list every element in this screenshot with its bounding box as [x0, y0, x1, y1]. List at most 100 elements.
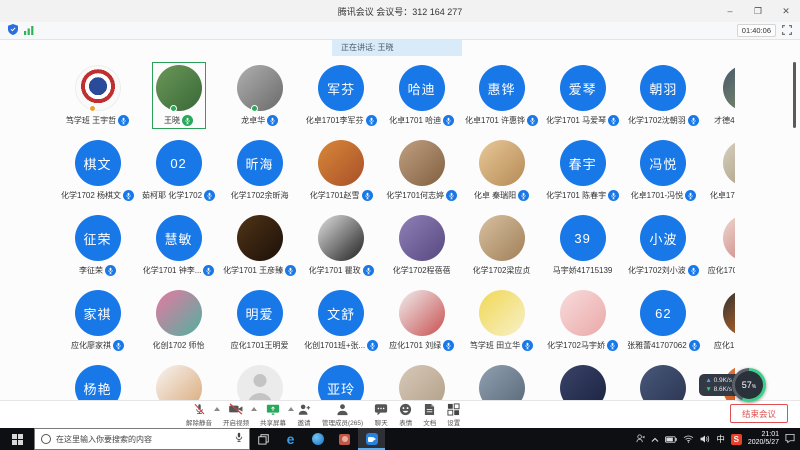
- participant-tile[interactable]: 化创1702 师怡: [138, 287, 219, 362]
- start-button[interactable]: [0, 428, 34, 450]
- participant-tile[interactable]: 文舒 化创1701班+张...: [300, 287, 382, 362]
- battery-icon[interactable]: [665, 430, 677, 448]
- mic-status-icon: [113, 340, 124, 351]
- participant-tile[interactable]: 惠铧 化卓1701 许惠铧: [461, 62, 542, 137]
- network-monitor-widget[interactable]: ▲ 0.9K/s ▼ 8.6K/s 57%: [699, 368, 766, 402]
- participant-tile[interactable]: 昕海 化学1702余昕海: [219, 137, 300, 212]
- close-button[interactable]: ✕: [772, 0, 800, 22]
- browser-icon[interactable]: [304, 428, 331, 450]
- participant-tile[interactable]: [542, 362, 623, 400]
- mic-status-icon: [522, 340, 533, 351]
- participant-tile[interactable]: 明爱 应化1701王明爱: [219, 287, 300, 362]
- search-mic-icon[interactable]: [235, 430, 243, 448]
- participant-tile[interactable]: [461, 362, 542, 400]
- volume-icon[interactable]: [700, 430, 710, 448]
- participant-tile[interactable]: 军芬 化卓1701李军芬: [300, 62, 382, 137]
- participant-tile[interactable]: 棋文 化学1702 杨棋文: [57, 137, 138, 212]
- participant-name: 张雅蕾41707062: [627, 340, 687, 351]
- participant-tile[interactable]: 家祺 应化廖家祺: [57, 287, 138, 362]
- participant-name: 化创1702 师怡: [153, 340, 205, 351]
- participant-tile[interactable]: 化卓 秦瑞阳: [461, 137, 542, 212]
- participant-tile[interactable]: 杨艳: [57, 362, 138, 400]
- participant-tile[interactable]: [382, 362, 461, 400]
- participant-tile[interactable]: 39 马宇娇41715139: [542, 212, 623, 287]
- participant-name: 化学1702程蓓蓓: [393, 265, 451, 276]
- participant-tile[interactable]: 才德41707066: [704, 62, 735, 137]
- docs-button[interactable]: 文档: [423, 403, 436, 427]
- invite-button[interactable]: 邀请: [297, 403, 311, 427]
- participant-tile[interactable]: 化卓1701 史佳瑜: [704, 137, 735, 212]
- participant-tile[interactable]: 哈迪 化卓1701 哈迪: [382, 62, 461, 137]
- share-options-caret[interactable]: [288, 407, 294, 411]
- participant-tile[interactable]: 龙卓华: [219, 62, 300, 137]
- fullscreen-icon[interactable]: [782, 22, 792, 40]
- participant-avatar: [75, 65, 121, 111]
- mic-status-icon: [366, 115, 377, 126]
- emoji-button[interactable]: 表情: [399, 403, 412, 427]
- participant-tile[interactable]: 爱琴 化学1701 马爱琴: [542, 62, 623, 137]
- participant-tile[interactable]: 02 茹柯耶 化学1702: [138, 137, 219, 212]
- participant-tile[interactable]: 化学1701 瞿玫: [300, 212, 382, 287]
- video-options-caret[interactable]: [251, 407, 257, 411]
- participant-tile[interactable]: 朝羽 化学1702沈朝羽: [623, 62, 704, 137]
- participant-avatar: 文舒: [318, 290, 364, 336]
- notification-center-icon[interactable]: [785, 430, 795, 448]
- avatar-initials: 文舒: [327, 304, 355, 323]
- participant-tile[interactable]: 应化1701杜欣宇...: [704, 212, 735, 287]
- minimize-button[interactable]: –: [716, 0, 744, 22]
- share-screen-button[interactable]: 共享屏幕: [260, 403, 286, 427]
- end-meeting-button[interactable]: 结束会议: [730, 404, 788, 423]
- participant-name: 龙卓华: [241, 115, 265, 126]
- participant-tile[interactable]: 笃学班 王宇哲: [57, 62, 138, 137]
- manage-members-button[interactable]: 管理成员(265): [322, 403, 363, 427]
- participant-tile[interactable]: 化学1702梁应贞: [461, 212, 542, 287]
- taskbar-search-input[interactable]: 在这里输入你要搜索的内容: [34, 428, 250, 450]
- participant-tile[interactable]: 王晓: [138, 62, 219, 137]
- participant-tile[interactable]: [138, 362, 219, 400]
- participant-tile[interactable]: 化学1701 王彦臻: [219, 212, 300, 287]
- participant-name: 才德41707066: [714, 115, 735, 126]
- mic-status-icon: [285, 265, 296, 276]
- people-tray-icon[interactable]: [636, 430, 645, 448]
- tencent-meeting-app-icon[interactable]: [358, 428, 385, 450]
- participant-tile[interactable]: 应化1701 刘绿: [382, 287, 461, 362]
- participant-tile[interactable]: 亚玲: [300, 362, 382, 400]
- participant-tile[interactable]: 应化1701 魏韩: [704, 287, 735, 362]
- participant-tile[interactable]: 慧敏 化学1701 钟李...: [138, 212, 219, 287]
- taskbar-clock[interactable]: 21:01 2020/5/27: [748, 431, 779, 448]
- usage-percent: 57: [742, 380, 752, 390]
- participant-tile[interactable]: 化学1702马宇娇: [542, 287, 623, 362]
- participant-tile[interactable]: 征荣 李征荣: [57, 212, 138, 287]
- titlebar[interactable]: 腾讯会议 会议号：312 164 277 – ❐ ✕: [0, 0, 800, 22]
- wifi-icon[interactable]: [683, 430, 694, 448]
- chat-button[interactable]: 聊天: [374, 403, 388, 427]
- participant-tile[interactable]: 笃学班 田立华: [461, 287, 542, 362]
- meeting-statusbar: 01:40:06: [0, 22, 800, 40]
- hidden-icons-chevron[interactable]: [651, 430, 659, 448]
- participant-tile[interactable]: [219, 362, 300, 400]
- participant-tile[interactable]: 春宇 化学1701 陈春宇: [542, 137, 623, 212]
- settings-button[interactable]: 设置: [447, 403, 460, 427]
- participant-avatar: [723, 290, 735, 336]
- participant-tile[interactable]: 化学1701赵雪: [300, 137, 382, 212]
- task-view-button[interactable]: [250, 428, 277, 450]
- participant-tile[interactable]: 冯悦 化卓1701-冯悦: [623, 137, 704, 212]
- unmute-button[interactable]: 解除静音: [186, 403, 212, 427]
- participant-tile[interactable]: 62 张雅蕾41707062: [623, 287, 704, 362]
- participant-tile[interactable]: 小波 化学1702刘小波: [623, 212, 704, 287]
- mic-options-caret[interactable]: [214, 407, 220, 411]
- status-badge: [251, 105, 258, 112]
- memory-usage-ring[interactable]: 57%: [732, 368, 766, 402]
- participant-tile[interactable]: 化学1701何志婷: [382, 137, 461, 212]
- participant-tile[interactable]: 化学1702程蓓蓓: [382, 212, 461, 287]
- avatar-initials: 哈迪: [408, 79, 436, 98]
- photos-icon[interactable]: [331, 428, 358, 450]
- maximize-button[interactable]: ❐: [744, 0, 772, 22]
- scrollbar[interactable]: [793, 62, 796, 128]
- mic-status-icon: [527, 115, 538, 126]
- start-video-button[interactable]: 开启视频: [223, 403, 249, 427]
- ime-indicator[interactable]: 中: [716, 433, 725, 445]
- sogou-ime-icon[interactable]: S: [731, 434, 742, 445]
- participant-tile[interactable]: [623, 362, 704, 400]
- edge-icon[interactable]: e: [277, 428, 304, 450]
